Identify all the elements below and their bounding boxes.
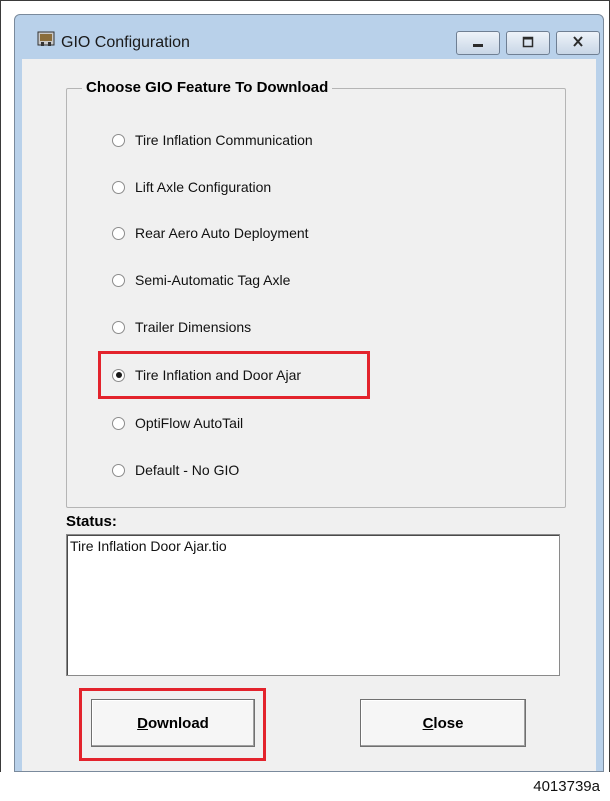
minimize-button[interactable]: [456, 31, 500, 55]
status-text: Tire Inflation Door Ajar.tio: [70, 538, 227, 554]
radio-label: Lift Axle Configuration: [135, 179, 272, 195]
radio-label: Semi-Automatic Tag Axle: [135, 272, 291, 288]
radio-option[interactable]: Tire Inflation Communication: [112, 129, 313, 151]
radio-button-optiflow-autotail[interactable]: [112, 416, 125, 430]
close-label: lose: [433, 714, 464, 732]
close-window-button[interactable]: [556, 31, 600, 55]
radio-option[interactable]: Lift Axle Configuration: [112, 176, 271, 198]
radio-option[interactable]: OptiFlow AutoTail: [112, 412, 243, 434]
radio-label: OptiFlow AutoTail: [135, 415, 244, 431]
radio-button-lift-axle-configuration[interactable]: [112, 180, 125, 194]
radio-option[interactable]: Semi-Automatic Tag Axle: [112, 269, 290, 291]
radio-label: Rear Aero Auto Deployment: [135, 225, 309, 241]
radio-button-semi-automatic-tag-axle[interactable]: [112, 273, 125, 287]
radio-label: Default - No GIO: [135, 462, 240, 478]
radio-button-default-no-gio[interactable]: [112, 463, 125, 477]
radio-option[interactable]: Default - No GIO: [112, 459, 239, 481]
radio-option[interactable]: Rear Aero Auto Deployment: [112, 222, 309, 244]
radio-button-tire-inflation-communication[interactable]: [112, 133, 125, 147]
radio-label: Trailer Dimensions: [135, 319, 252, 335]
groupbox-legend: Choose GIO Feature To Download: [82, 79, 333, 96]
gio-configuration-window: GIO Configuration Choose GIO Feature To …: [14, 14, 604, 772]
selected-option-highlight: [98, 351, 370, 399]
dialog-client-area: Choose GIO Feature To Download Tire Infl…: [22, 59, 596, 771]
status-textbox[interactable]: Tire Inflation Door Ajar.tio: [66, 534, 560, 676]
app-icon: [37, 31, 55, 46]
close-mnemonic: C: [422, 714, 434, 732]
title-bar[interactable]: GIO Configuration: [15, 15, 603, 59]
maximize-button[interactable]: [506, 31, 550, 55]
maximize-icon: [522, 36, 534, 48]
radio-label: Tire Inflation Communication: [135, 132, 313, 148]
radio-button-trailer-dimensions[interactable]: [112, 320, 125, 334]
radio-option[interactable]: Trailer Dimensions: [112, 316, 251, 338]
close-icon: [573, 36, 583, 47]
window-title: GIO Configuration: [61, 34, 190, 51]
status-label: Status:: [66, 513, 117, 530]
radio-button-rear-aero-auto-deployment[interactable]: [112, 226, 125, 240]
download-button-highlight: [79, 688, 266, 761]
minimize-icon: [473, 44, 483, 47]
close-button[interactable]: Close: [360, 699, 526, 747]
figure-id: 4013739a: [533, 778, 600, 795]
feature-groupbox: [66, 88, 566, 508]
